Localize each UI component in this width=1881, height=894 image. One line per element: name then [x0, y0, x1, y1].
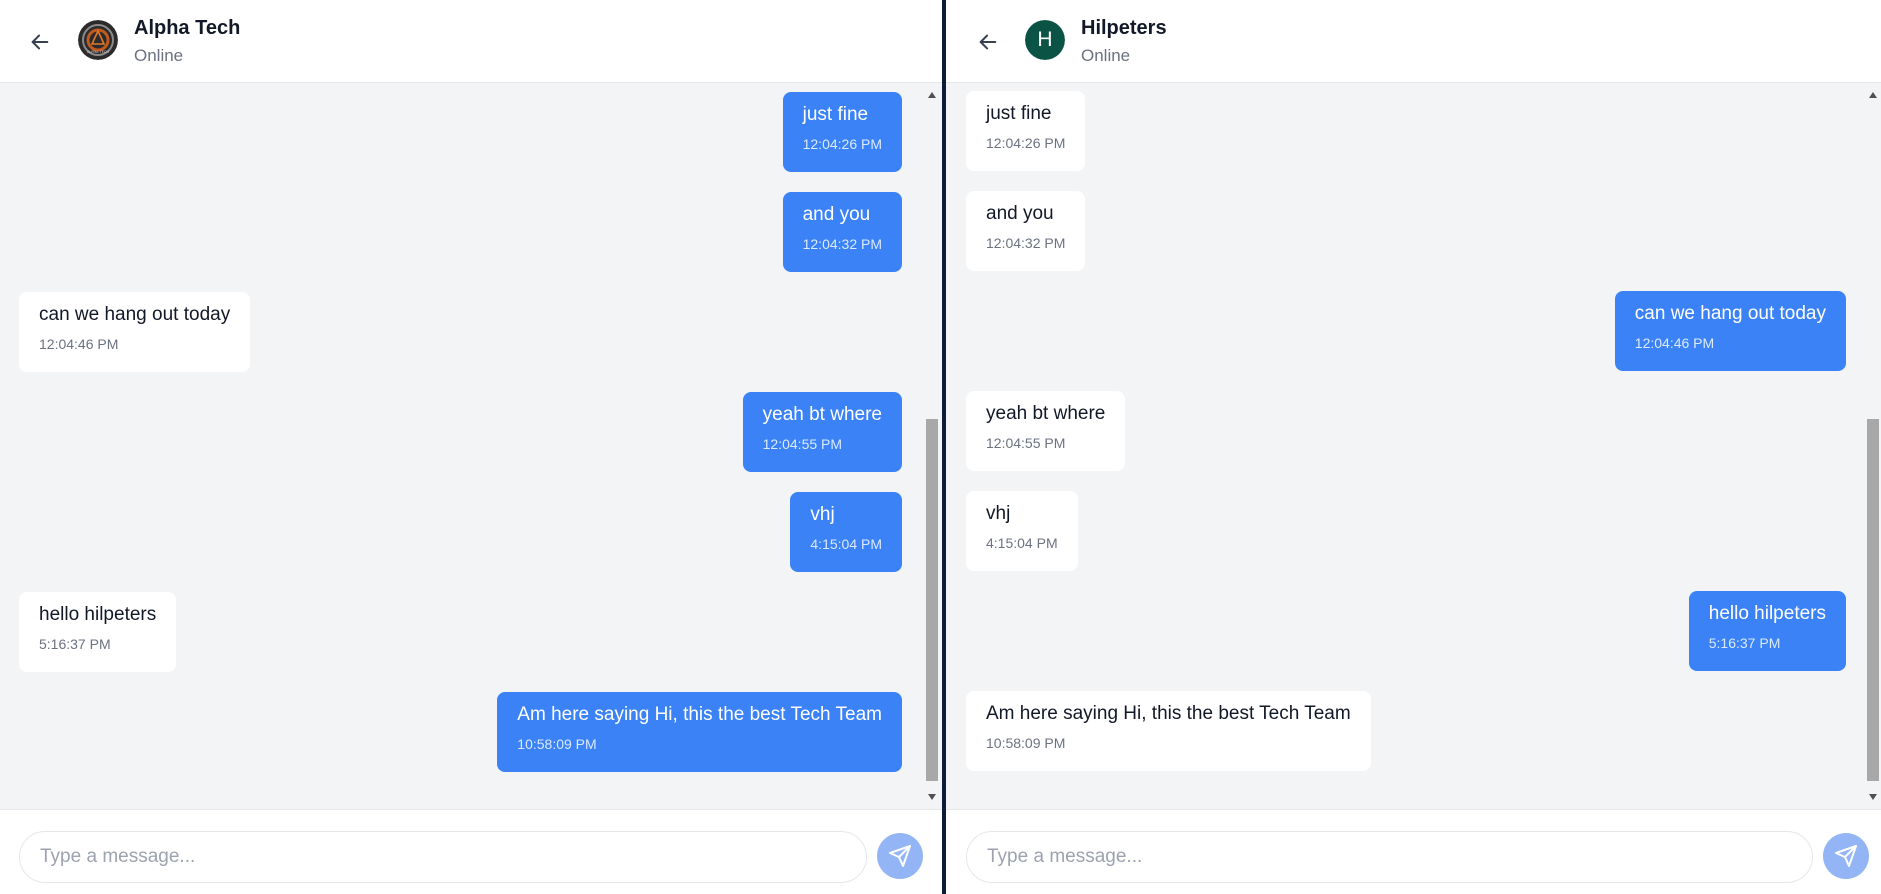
chat-header: ALPHA TECH Alpha Tech Online [0, 0, 942, 83]
scroll-up-arrow[interactable] [1869, 92, 1877, 98]
composer [946, 809, 1881, 894]
message-time: 12:04:46 PM [39, 336, 119, 352]
avatar[interactable]: H [1025, 20, 1065, 60]
message-list: just fine 12:04:26 PM and you 12:04:32 P… [946, 83, 1881, 809]
message-time: 5:16:37 PM [1708, 635, 1781, 651]
back-button[interactable] [970, 24, 1006, 60]
message-text: yeah bt where [762, 404, 882, 425]
message-bubble: Am here saying Hi, this the best Tech Te… [497, 692, 902, 772]
avatar-letter: H [1025, 20, 1065, 60]
message-text: Am here saying Hi, this the best Tech Te… [986, 703, 1351, 724]
message-text: vhj [810, 504, 835, 525]
message-bubble: yeah bt where 12:04:55 PM [966, 391, 1126, 471]
message-bubble: can we hang out today 12:04:46 PM [1614, 291, 1846, 371]
scroll-thumb[interactable] [926, 419, 938, 781]
message-text: hello hilpeters [39, 604, 157, 625]
message-time: 12:04:55 PM [762, 436, 843, 452]
message-text: can we hang out today [39, 304, 231, 325]
contact-status: Online [1081, 46, 1131, 65]
message-time: 4:15:04 PM [986, 535, 1058, 551]
scroll-down-arrow[interactable] [1869, 794, 1877, 800]
paper-plane-icon [889, 845, 911, 867]
contact-status: Online [134, 46, 184, 65]
message-time: 10:58:09 PM [517, 736, 597, 752]
paper-plane-icon [1835, 845, 1857, 867]
message-text: vhj [986, 503, 1011, 524]
message-bubble: just fine 12:04:26 PM [782, 92, 902, 172]
message-bubble: hello hilpeters 5:16:37 PM [19, 592, 177, 672]
message-bubble: just fine 12:04:26 PM [966, 91, 1086, 171]
message-bubble: and you 12:04:32 PM [782, 192, 902, 272]
message-time: 12:04:32 PM [986, 235, 1066, 251]
message-bubble: Am here saying Hi, this the best Tech Te… [966, 691, 1371, 771]
message-bubble: and you 12:04:32 PM [966, 191, 1086, 271]
scroll-up-arrow[interactable] [928, 92, 936, 98]
message-text: can we hang out today [1634, 303, 1826, 324]
message-time: 12:04:26 PM [986, 135, 1066, 151]
message-time: 12:04:26 PM [802, 136, 882, 152]
message-text: yeah bt where [986, 403, 1106, 424]
scrollbar[interactable] [1865, 83, 1881, 809]
contact-name: Alpha Tech [134, 17, 241, 39]
message-time: 12:04:32 PM [802, 236, 882, 252]
avatar[interactable]: ALPHA TECH [78, 20, 118, 60]
message-time: 10:58:09 PM [986, 735, 1066, 751]
message-list: just fine 12:04:26 PM and you 12:04:32 P… [0, 83, 942, 809]
scroll-thumb[interactable] [1867, 419, 1879, 781]
message-text: and you [986, 203, 1054, 224]
message-bubble: vhj 4:15:04 PM [966, 491, 1078, 571]
message-time: 4:15:04 PM [810, 536, 882, 552]
chat-header: H Hilpeters Online [946, 0, 1881, 83]
scroll-down-arrow[interactable] [928, 794, 936, 800]
message-text: hello hilpeters [1708, 603, 1826, 624]
message-time: 12:04:55 PM [986, 435, 1066, 451]
message-text: just fine [986, 103, 1052, 124]
contact-name: Hilpeters [1081, 17, 1167, 39]
message-bubble: hello hilpeters 5:16:37 PM [1688, 591, 1846, 671]
arrow-left-icon [31, 34, 49, 50]
send-button[interactable] [877, 833, 923, 879]
message-bubble: can we hang out today 12:04:46 PM [19, 292, 251, 372]
message-bubble: yeah bt where 12:04:55 PM [742, 392, 902, 472]
message-text: and you [802, 204, 871, 225]
message-text: just fine [802, 104, 869, 125]
app-root: ALPHA TECH Alpha Tech Online just fine 1… [0, 0, 1881, 894]
arrow-left-icon [979, 34, 997, 50]
message-bubble: vhj 4:15:04 PM [790, 492, 902, 572]
send-button[interactable] [1823, 833, 1869, 879]
svg-text:ALPHA TECH: ALPHA TECH [87, 50, 109, 54]
message-input[interactable] [19, 831, 867, 883]
composer [0, 809, 942, 894]
alpha-tech-logo: ALPHA TECH [78, 20, 118, 60]
message-time: 12:04:46 PM [1634, 335, 1715, 351]
message-time: 5:16:37 PM [39, 636, 111, 652]
scrollbar[interactable] [924, 83, 940, 809]
chat-pane-alpha-tech: ALPHA TECH Alpha Tech Online just fine 1… [0, 0, 942, 894]
back-button[interactable] [22, 24, 58, 60]
chat-pane-hilpeters: H Hilpeters Online just fine 12:04:26 PM… [946, 0, 1881, 894]
message-text: Am here saying Hi, this the best Tech Te… [517, 704, 882, 725]
message-input[interactable] [966, 831, 1813, 883]
